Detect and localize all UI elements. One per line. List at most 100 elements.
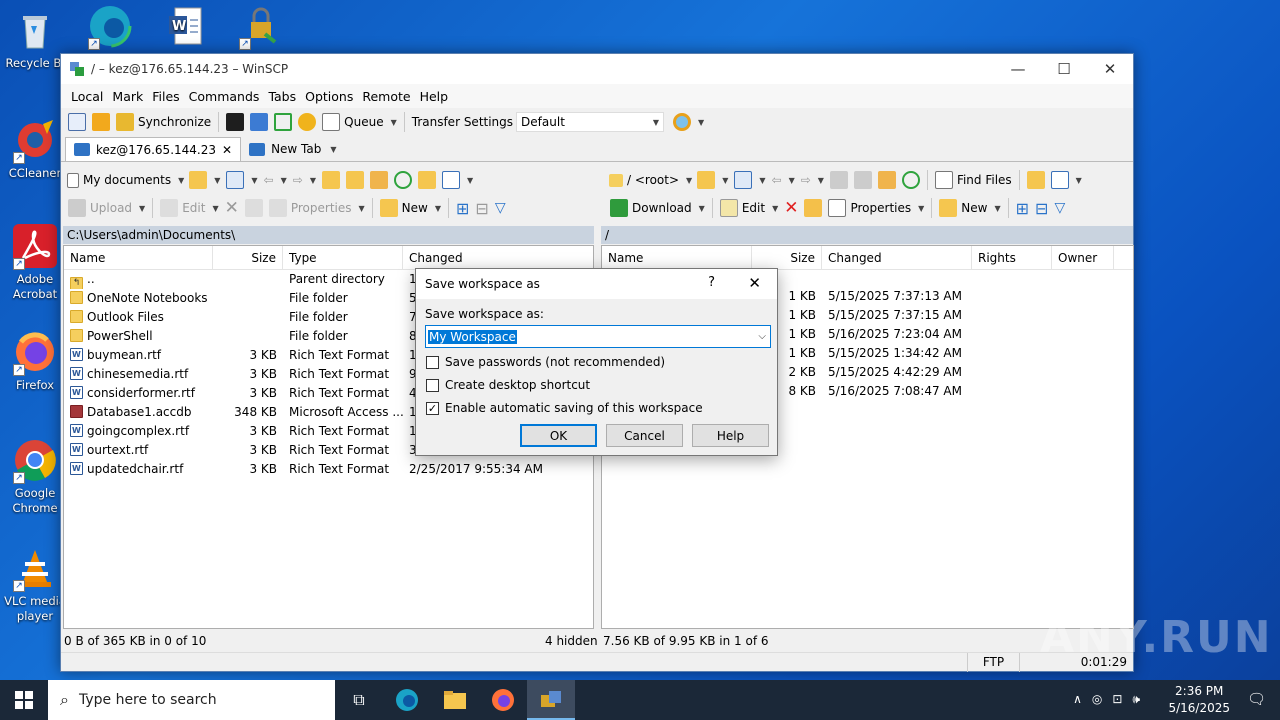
putty-button[interactable] [247, 110, 271, 134]
taskbar-search-box[interactable]: ⌕ Type here to search [48, 680, 335, 720]
column-header-name[interactable]: Name [64, 246, 213, 269]
left-properties-button[interactable]: Properties ▼ [266, 196, 368, 220]
device-icon[interactable]: ◎ [1092, 692, 1102, 707]
taskbar-firefox[interactable] [479, 680, 527, 720]
left-root-dir-button[interactable] [343, 168, 367, 192]
left-back-button[interactable]: ⇦ ▼ [261, 168, 290, 192]
tab-session[interactable]: kez@176.65.144.23 ✕ [65, 137, 242, 161]
menu-commands[interactable]: Commands [189, 89, 260, 104]
open-terminal-button[interactable] [223, 110, 247, 134]
column-header-changed[interactable]: Changed [822, 246, 972, 269]
right-unselect-button[interactable]: ⊟ [1032, 196, 1051, 220]
cancel-button[interactable]: Cancel [606, 424, 683, 447]
checkbox-box[interactable] [426, 378, 439, 392]
menu-tabs[interactable]: Tabs [268, 89, 296, 104]
compare-directories-button[interactable] [65, 110, 89, 134]
taskbar-edge[interactable] [383, 680, 431, 720]
menu-files[interactable]: Files [152, 89, 179, 104]
column-header-size[interactable]: Size [752, 246, 822, 269]
left-edit-button[interactable]: Edit ▼ [157, 196, 221, 220]
right-properties-button[interactable]: Properties ▼ [825, 196, 927, 220]
menu-mark[interactable]: Mark [112, 89, 143, 104]
ok-button[interactable]: OK [520, 424, 597, 447]
create-shortcut-checkbox[interactable]: Create desktop shortcut [426, 378, 590, 392]
left-forward-button[interactable]: ⇨ ▼ [290, 168, 319, 192]
right-tree-button[interactable] [1024, 168, 1048, 192]
auto-save-checkbox[interactable]: ✓ Enable automatic saving of this workspa… [426, 401, 703, 415]
synchronize-button[interactable]: Synchronize [113, 110, 214, 134]
left-unselect-button[interactable]: ⊟ [472, 196, 491, 220]
upload-button[interactable]: Upload ▼ [65, 196, 148, 220]
start-button[interactable] [0, 680, 48, 720]
left-open-folder-button[interactable]: ▼ [186, 168, 223, 192]
synchronize-browsing-button[interactable] [89, 110, 113, 134]
sessions-button[interactable]: ▼ [670, 110, 707, 134]
preferences-button[interactable] [295, 110, 319, 134]
right-select-button[interactable]: ⊞ [1013, 196, 1032, 220]
right-filter-button[interactable]: ▼ [731, 168, 768, 192]
right-edit-button[interactable]: Edit ▼ [717, 196, 781, 220]
column-header-name[interactable]: Name [602, 246, 752, 269]
right-root-dir-button[interactable] [851, 168, 875, 192]
save-passwords-checkbox[interactable]: Save passwords (not recommended) [426, 355, 665, 369]
menu-options[interactable]: Options [305, 89, 353, 104]
right-forward-button[interactable]: ⇨ ▼ [798, 168, 827, 192]
task-view-button[interactable]: ⧉ [335, 680, 383, 720]
dialog-help-button[interactable]: ? [708, 275, 715, 290]
clock[interactable]: 2:36 PM 5/16/2025 [1168, 683, 1230, 717]
right-back-button[interactable]: ⇦ ▼ [769, 168, 798, 192]
desktop-icon-word[interactable]: W [150, 4, 220, 52]
tab-new[interactable]: New Tab ▼ [241, 137, 344, 161]
left-new-button[interactable]: New ▼ [377, 196, 444, 220]
network-icon[interactable]: ⊡ [1112, 692, 1122, 707]
right-open-folder-button[interactable]: ▼ [694, 168, 731, 192]
volume-icon[interactable]: 🕪 [1132, 692, 1140, 707]
chevron-up-icon[interactable]: ∧ [1073, 692, 1082, 707]
left-tree-button[interactable] [415, 168, 439, 192]
maximize-button[interactable]: ☐ [1041, 54, 1087, 84]
left-location-select[interactable]: My documents ▼ [65, 170, 186, 190]
taskbar-file-explorer[interactable] [431, 680, 479, 720]
menu-local[interactable]: Local [71, 89, 103, 104]
column-header-owner[interactable]: Owner [1052, 246, 1114, 269]
close-tab-icon[interactable]: ✕ [222, 143, 232, 157]
taskbar-winscp[interactable] [527, 680, 575, 720]
column-header-rights[interactable]: Rights [972, 246, 1052, 269]
right-location-select[interactable]: / <root> ▼ [607, 170, 694, 190]
checkbox-box[interactable] [426, 355, 439, 369]
column-header-changed[interactable]: Changed [403, 246, 549, 269]
left-select-button[interactable]: ⊞ [453, 196, 472, 220]
right-path-bar[interactable]: / [601, 226, 1133, 244]
left-home-button[interactable] [367, 168, 391, 192]
refresh-queue-button[interactable] [271, 110, 295, 134]
close-button[interactable]: ✕ [1087, 54, 1133, 84]
right-rename-button[interactable] [801, 196, 825, 220]
left-parent-dir-button[interactable] [319, 168, 343, 192]
queue-button[interactable]: Queue ▼ [319, 110, 400, 134]
download-button[interactable]: Download ▼ [607, 196, 708, 220]
menu-help[interactable]: Help [420, 89, 449, 104]
left-refresh-button[interactable] [391, 168, 415, 192]
right-refresh-button[interactable] [899, 168, 923, 192]
column-header-size[interactable]: Size [213, 246, 283, 269]
checkbox-box[interactable]: ✓ [426, 401, 439, 415]
desktop-icon-winscp[interactable]: ↗ [226, 4, 296, 52]
workspace-name-combobox[interactable]: My Workspace ⌵ [425, 325, 771, 348]
right-filter-select-button[interactable]: ▽ [1051, 196, 1068, 220]
transfer-settings-select[interactable]: Default ▼ [516, 112, 665, 132]
right-parent-dir-button[interactable] [827, 168, 851, 192]
right-new-button[interactable]: New ▼ [936, 196, 1003, 220]
notifications-icon[interactable]: 🗨 [1247, 690, 1266, 708]
left-delete-button[interactable]: ✕ [222, 196, 242, 220]
desktop-icon-edge[interactable]: ↗ [75, 4, 145, 52]
minimize-button[interactable]: — [995, 54, 1041, 84]
dialog-close-button[interactable]: ✕ [748, 274, 761, 292]
left-rename-button[interactable] [242, 196, 266, 220]
left-path-bar[interactable]: C:\Users\admin\Documents\ [63, 226, 594, 244]
help-button[interactable]: Help [692, 424, 769, 447]
right-view-button[interactable]: ▼ [1048, 168, 1085, 192]
menu-remote[interactable]: Remote [362, 89, 410, 104]
chevron-down-icon[interactable]: ⌵ [758, 331, 766, 342]
table-row[interactable]: updatedchair.rtf 3 KB Rich Text Format 2/25… [64, 460, 593, 479]
left-filter-select-button[interactable]: ▽ [492, 196, 509, 220]
